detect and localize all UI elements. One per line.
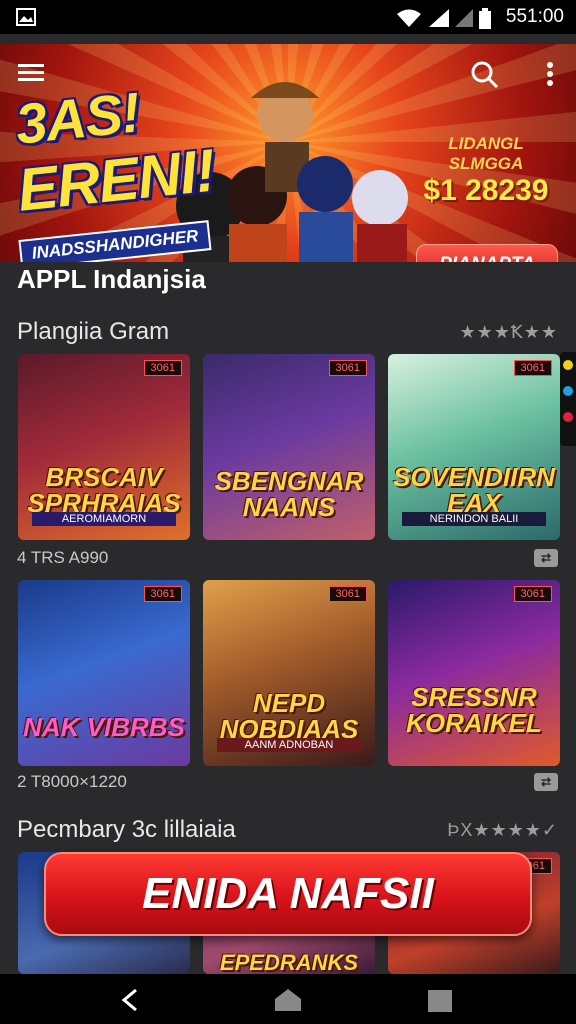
card-subtitle: NERINDON BALII — [402, 512, 546, 526]
card-title: NAK VIBRBS — [23, 712, 185, 742]
card-title: SRESSNR KORAIKEL — [406, 682, 542, 738]
card-badge: 3061 — [513, 360, 552, 376]
card-title: BRSCAIV SPRHRAIAS — [27, 462, 181, 518]
hero-play-button[interactable]: PIANAPTA — [416, 244, 558, 262]
card-subtitle: AANM ADNOBAN — [217, 738, 361, 752]
jackpot-value: $1 28239 — [423, 174, 549, 207]
card-badge: 3061 — [143, 360, 182, 376]
status-bar: 551:00 — [0, 0, 576, 34]
card-badge: 3061 — [513, 586, 552, 602]
app-title: APPL Indanjsia — [17, 264, 206, 294]
image-notification-icon — [16, 8, 36, 26]
section-rating: ÞX★★★★✓ — [447, 820, 558, 840]
game-card[interactable]: 3061 NAK VIBRBS — [18, 580, 190, 766]
search-icon[interactable] — [470, 60, 500, 90]
card-title: SOVENDIIRN EAX — [393, 462, 555, 518]
jackpot-label: LIDANGL SLMGGA — [448, 134, 524, 173]
card-badge: 3061 — [328, 586, 367, 602]
card-title: NEPD NOBDIAAS — [219, 688, 359, 744]
row-meta: 4 TRS A990 — [17, 548, 109, 567]
status-time: 551:00 — [505, 6, 564, 27]
game-card[interactable]: 3061 NEPD NOBDIAAS AANM ADNOBAN — [203, 580, 375, 766]
more-icon[interactable] — [546, 62, 554, 86]
navigation-bar — [0, 974, 576, 1024]
jackpot-box: LIDANGL SLMGGA $1 28239 — [416, 134, 556, 208]
wifi-icon — [397, 9, 421, 27]
card-badge: 3061 — [328, 360, 367, 376]
section-title: Pecmbary 3c lillaiaia — [17, 816, 236, 843]
row-meta: 2 T8000×1220 — [17, 772, 127, 791]
game-card[interactable]: 3061 SOVENDIIRN EAX NERINDON BALII — [388, 354, 560, 540]
tag-icon[interactable]: ⇄ — [534, 549, 558, 567]
recents-icon[interactable] — [428, 990, 452, 1012]
section-rating: ★★★Ꝁ★★ — [459, 322, 558, 342]
signal-secondary-icon — [455, 9, 473, 27]
card-subtitle: AEROMIAMORN — [32, 512, 176, 526]
card-title: SBENGNAR NAANS — [214, 466, 364, 522]
game-card[interactable]: 3061 SRESSNR KORAIKEL — [388, 580, 560, 766]
menu-icon[interactable] — [18, 62, 44, 82]
battery-icon — [479, 8, 491, 29]
card-title: EPEDRANKS — [219, 950, 359, 974]
card-badge: 3061 — [143, 586, 182, 602]
section-title: Plangiia Gram — [17, 318, 170, 345]
back-icon[interactable] — [118, 988, 140, 1012]
signal-icon — [429, 9, 449, 27]
side-floating-toolbar[interactable] — [560, 352, 576, 446]
cta-button[interactable]: ENIDA NAFSII — [44, 852, 532, 936]
home-icon[interactable] — [274, 988, 302, 1012]
game-card[interactable]: 3061 SBENGNAR NAANS — [203, 354, 375, 540]
tag-icon[interactable]: ⇄ — [534, 773, 558, 791]
game-card[interactable]: 3061 BRSCAIV SPRHRAIAS AEROMIAMORN — [18, 354, 190, 540]
